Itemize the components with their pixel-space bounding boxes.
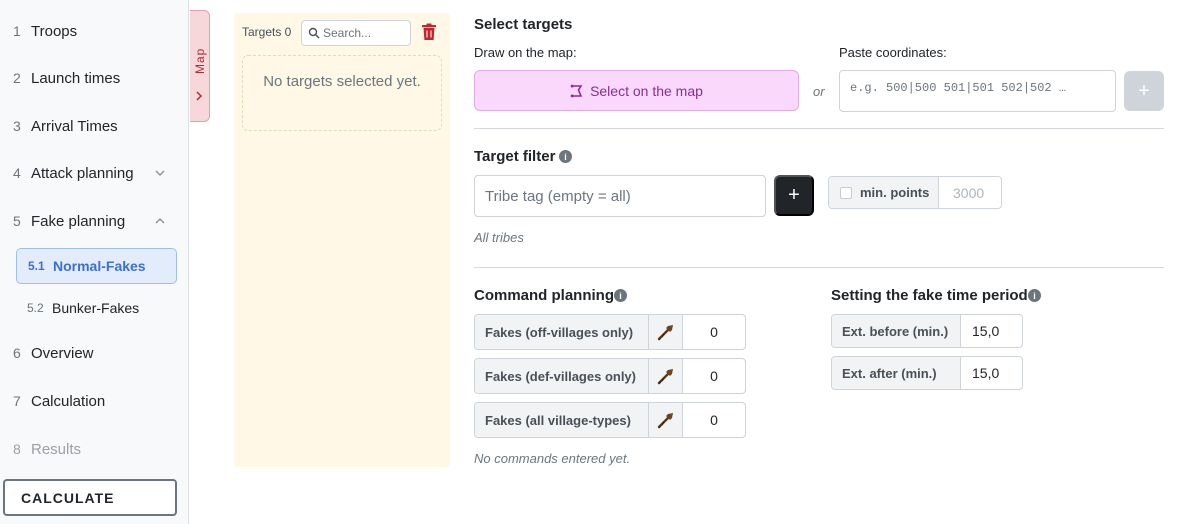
- nav-item-overview[interactable]: 6 Overview: [0, 338, 189, 368]
- targets-count: Targets 0: [242, 25, 292, 39]
- fake-time-period-title: Setting the fake time period: [831, 287, 1028, 304]
- targets-search-box[interactable]: [301, 20, 411, 46]
- sub-item-normal-fakes[interactable]: 5.1 Normal-Fakes: [16, 248, 177, 284]
- fakes-all-villages-input[interactable]: 0: [683, 412, 745, 428]
- row-label: Fakes (def-villages only): [485, 369, 636, 384]
- trash-icon[interactable]: [421, 23, 437, 41]
- lasso-select-icon: [570, 84, 583, 97]
- row-label-box: Fakes (all village-types): [475, 403, 649, 437]
- chevron-up-icon[interactable]: [154, 215, 166, 227]
- nav-item-arrival-times[interactable]: 3 Arrival Times: [0, 111, 189, 141]
- ram-icon: [649, 403, 683, 437]
- nav-label: Results: [31, 440, 82, 458]
- nav-label: Attack planning: [31, 164, 134, 182]
- paste-coordinates-label: Paste coordinates:: [839, 45, 947, 60]
- calculate-button[interactable]: CALCULATE: [3, 479, 177, 516]
- min-points-label-box: min. points: [829, 177, 939, 208]
- search-icon: [308, 27, 320, 39]
- nav-number: 2: [13, 70, 21, 86]
- chevron-down-icon[interactable]: [154, 167, 166, 179]
- chevron-right-icon: [196, 91, 203, 101]
- nav-number: 5: [13, 213, 21, 229]
- sub-label: Bunker-Fakes: [52, 300, 140, 316]
- nav-item-troops[interactable]: 1 Troops: [0, 16, 189, 46]
- ext-after-row: Ext. after (min.) 15,0: [831, 356, 1023, 390]
- sub-number: 5.2: [27, 301, 44, 315]
- select-on-map-label: Select on the map: [590, 82, 703, 99]
- ext-before-input[interactable]: 15,0: [972, 323, 999, 339]
- fakes-off-villages-row: Fakes (off-villages only) 0: [474, 314, 746, 350]
- row-label: Fakes (off-villages only): [485, 325, 634, 340]
- fakes-def-villages-row: Fakes (def-villages only) 0: [474, 358, 746, 394]
- targets-panel: Targets 0 No targets selected yet.: [234, 13, 450, 467]
- draw-on-map-label: Draw on the map:: [474, 45, 577, 60]
- ext-after-input[interactable]: 15,0: [972, 365, 999, 381]
- no-commands-hint: No commands entered yet.: [474, 451, 631, 466]
- nav-label: Arrival Times: [31, 117, 118, 135]
- nav-number: 6: [13, 345, 21, 361]
- ram-icon: [649, 359, 683, 393]
- nav-number: 3: [13, 118, 21, 134]
- add-coordinates-button[interactable]: +: [1124, 71, 1164, 111]
- divider: [474, 128, 1164, 129]
- nav-number: 4: [13, 165, 21, 181]
- min-points-group: min. points 3000: [828, 176, 1002, 209]
- row-label-box: Fakes (def-villages only): [475, 359, 649, 393]
- map-tab-label: Map: [193, 47, 207, 75]
- nav-label: Launch times: [31, 69, 121, 87]
- target-filter-title: Target filter: [474, 148, 556, 165]
- nav-item-launch-times[interactable]: 2 Launch times: [0, 63, 189, 93]
- row-label: Fakes (all village-types): [485, 413, 631, 428]
- command-planning-title: Command planning: [474, 287, 614, 304]
- map-toggle-tab[interactable]: Map: [190, 10, 210, 122]
- sub-number: 5.1: [28, 259, 45, 273]
- tribe-tag-input[interactable]: [474, 175, 766, 217]
- info-icon[interactable]: i: [559, 150, 572, 163]
- row-label-box: Fakes (off-villages only): [475, 315, 649, 349]
- nav-number: 1: [13, 23, 21, 39]
- sidebar: 1 Troops 2 Launch times 3 Arrival Times …: [0, 0, 189, 524]
- nav-item-results: 8 Results: [0, 434, 189, 464]
- min-points-checkbox[interactable]: [840, 187, 852, 199]
- nav-label: Calculation: [31, 392, 106, 410]
- nav-label: Overview: [31, 344, 94, 362]
- tribe-filter-hint: All tribes: [474, 230, 524, 245]
- divider: [474, 267, 1164, 268]
- nav-item-attack-planning[interactable]: 4 Attack planning: [0, 158, 189, 188]
- add-tribe-button[interactable]: +: [774, 175, 814, 216]
- sub-item-bunker-fakes[interactable]: 5.2 Bunker-Fakes: [16, 290, 177, 326]
- row-label: Ext. before (min.): [842, 324, 949, 339]
- select-targets-title: Select targets: [474, 16, 573, 33]
- min-points-label: min. points: [860, 185, 930, 200]
- fakes-all-villages-row: Fakes (all village-types) 0: [474, 402, 746, 438]
- row-label: Ext. after (min.): [842, 366, 937, 381]
- targets-empty-state: No targets selected yet.: [242, 55, 442, 131]
- fakes-def-villages-input[interactable]: 0: [683, 368, 745, 384]
- ram-icon: [649, 315, 683, 349]
- info-icon[interactable]: i: [614, 289, 627, 302]
- fakes-off-villages-input[interactable]: 0: [683, 324, 745, 340]
- nav-label: Fake planning: [31, 212, 126, 230]
- info-icon[interactable]: i: [1028, 289, 1041, 302]
- min-points-input[interactable]: 3000: [953, 185, 984, 201]
- row-label-box: Ext. before (min.): [832, 315, 961, 347]
- sub-label: Normal-Fakes: [53, 258, 146, 274]
- ext-before-row: Ext. before (min.) 15,0: [831, 314, 1023, 348]
- nav-item-calculation[interactable]: 7 Calculation: [0, 386, 189, 416]
- select-on-map-button[interactable]: Select on the map: [474, 70, 799, 111]
- nav-label: Troops: [31, 22, 78, 40]
- nav-number: 8: [13, 441, 21, 457]
- row-label-box: Ext. after (min.): [832, 357, 961, 389]
- or-label: or: [813, 84, 825, 99]
- coordinates-textarea[interactable]: [839, 70, 1116, 112]
- nav-number: 7: [13, 393, 21, 409]
- targets-search-input[interactable]: [323, 24, 408, 42]
- nav-item-fake-planning[interactable]: 5 Fake planning: [0, 206, 189, 236]
